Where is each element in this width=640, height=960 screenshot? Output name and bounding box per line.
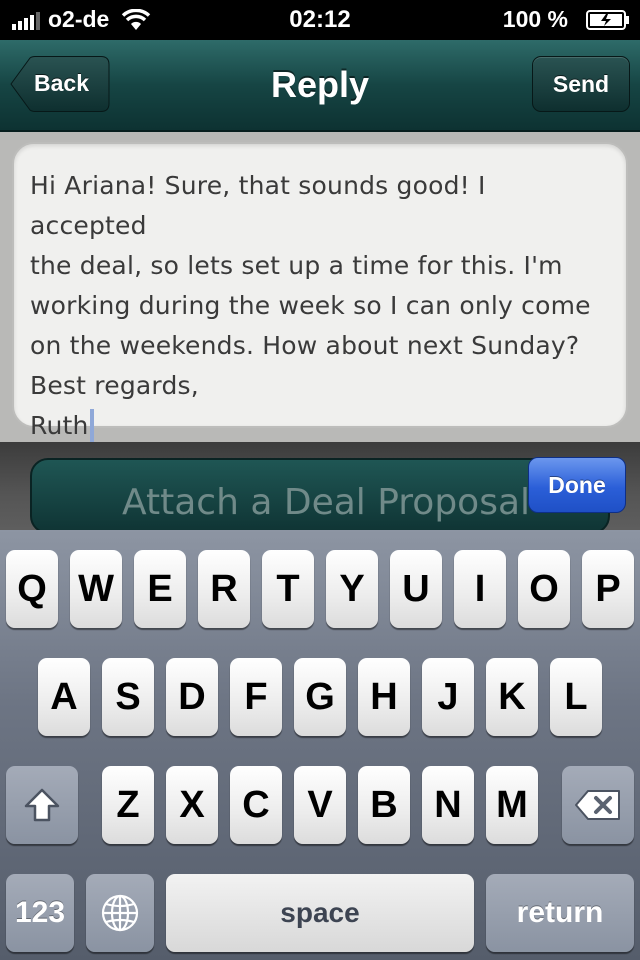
key-l[interactable]: L [550,658,602,736]
key-v[interactable]: V [294,766,346,844]
message-line: on the weekends. How about next Sunday? [30,331,580,360]
battery-icon [586,10,629,30]
numbers-key[interactable]: 123 [6,874,74,952]
attach-deal-proposal-button[interactable]: Attach a Deal Proposal [30,458,610,534]
shift-icon [24,788,60,822]
return-key[interactable]: return [486,874,634,952]
battery-percent: 100 % [502,6,568,32]
key-y[interactable]: Y [326,550,378,628]
message-line-last: Ruth [30,406,610,446]
key-m[interactable]: M [486,766,538,844]
text-cursor [89,409,94,445]
key-u[interactable]: U [390,550,442,628]
key-h[interactable]: H [358,658,410,736]
key-a[interactable]: A [38,658,90,736]
key-t[interactable]: T [262,550,314,628]
shift-key[interactable] [6,766,78,844]
key-f[interactable]: F [230,658,282,736]
key-w[interactable]: W [70,550,122,628]
message-line: working during the week so I can only co… [30,291,591,320]
key-g[interactable]: G [294,658,346,736]
space-key[interactable]: space [166,874,474,952]
navigation-bar: Back Reply Send [0,40,640,132]
send-button[interactable]: Send [532,56,630,112]
key-j[interactable]: J [422,658,474,736]
compose-area: Hi Ariana! Sure, that sounds good! I acc… [0,132,640,445]
backspace-icon [575,790,620,820]
key-x[interactable]: X [166,766,218,844]
key-k[interactable]: K [486,658,538,736]
globe-icon [101,894,139,932]
status-bar: o2-de 02:12 100 % [0,0,640,40]
key-p[interactable]: P [582,550,634,628]
key-z[interactable]: Z [102,766,154,844]
done-button[interactable]: Done [528,457,626,513]
key-i[interactable]: I [454,550,506,628]
message-line: Best regards, [30,371,199,400]
key-n[interactable]: N [422,766,474,844]
key-e[interactable]: E [134,550,186,628]
key-c[interactable]: C [230,766,282,844]
key-d[interactable]: D [166,658,218,736]
message-line: the deal, so lets set up a time for this… [30,251,563,280]
globe-key[interactable] [86,874,154,952]
attach-deal-proposal-label: Attach a Deal Proposal [122,482,531,523]
keyboard: Q W E R T Y U I O P A S D F G H J K L Z … [0,530,640,960]
message-line-text: Ruth [30,411,89,440]
key-r[interactable]: R [198,550,250,628]
backspace-key[interactable] [562,766,634,844]
message-textarea[interactable]: Hi Ariana! Sure, that sounds good! I acc… [12,142,628,445]
message-line: Hi Ariana! Sure, that sounds good! I acc… [30,171,486,240]
key-q[interactable]: Q [6,550,58,628]
key-b[interactable]: B [358,766,410,844]
key-s[interactable]: S [102,658,154,736]
key-o[interactable]: O [518,550,570,628]
